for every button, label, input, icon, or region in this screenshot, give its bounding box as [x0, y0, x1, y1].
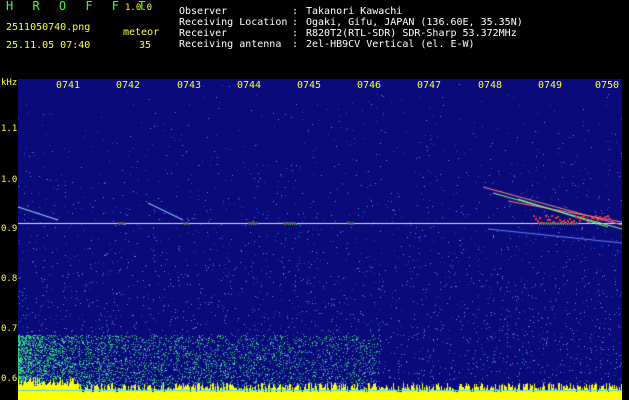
y-tick-label: 0.9 [1, 224, 18, 234]
x-tick-label: 0748 [478, 80, 503, 91]
info-key-location: Receiving Location [179, 17, 288, 28]
y-tick-label: 0.6 [1, 374, 18, 384]
y-tick-label: 0.7 [1, 324, 18, 334]
info-sep: : [292, 28, 299, 39]
count-label: meteor [123, 27, 160, 38]
date-time: 25.11.05 07:40 [6, 40, 91, 51]
file-name: 2511050740.png [6, 22, 91, 33]
x-tick-label: 0745 [297, 80, 322, 91]
info-value-antenna: 2el-HB9CV Vertical (el. E-W) [306, 39, 475, 50]
y-tick-label: 1.1 [1, 124, 18, 134]
info-sep: : [292, 17, 299, 28]
x-tick-label: 0741 [56, 80, 81, 91]
info-value-location: Ogaki, Gifu, JAPAN (136.60E, 35.35N) [306, 17, 523, 28]
x-tick-label: 0744 [237, 80, 262, 91]
spectrogram-canvas [18, 79, 622, 400]
x-tick-label: 0742 [116, 80, 141, 91]
info-key-observer: Observer [179, 6, 228, 17]
info-sep: : [292, 39, 299, 50]
header-panel: H R O F F T 1.0.0 2511050740.png 25.11.0… [0, 0, 629, 78]
x-tick-label: 0747 [417, 80, 442, 91]
info-key-antenna: Receiving antenna [179, 39, 282, 50]
info-value-observer: Takanori Kawachi [306, 6, 403, 17]
y-tick-label: 0.8 [1, 274, 18, 284]
count-value: 35 [139, 40, 152, 51]
x-tick-label: 0743 [177, 80, 202, 91]
x-tick-label: 0749 [538, 80, 563, 91]
info-key-receiver: Receiver [179, 28, 228, 39]
info-value-receiver: R820T2(RTL-SDR) SDR-Sharp 53.372MHz [306, 28, 517, 39]
x-tick-label: 0746 [357, 80, 382, 91]
y-unit-label: kHz [1, 78, 18, 88]
info-sep: : [292, 6, 299, 17]
y-tick-label: 1.0 [1, 175, 18, 185]
x-tick-label: 0750 [595, 80, 620, 91]
y-axis-labels: kHz 1.1 1.0 0.9 0.8 0.7 0.6 [0, 79, 18, 400]
app-version: 1.0.0 [125, 3, 153, 13]
